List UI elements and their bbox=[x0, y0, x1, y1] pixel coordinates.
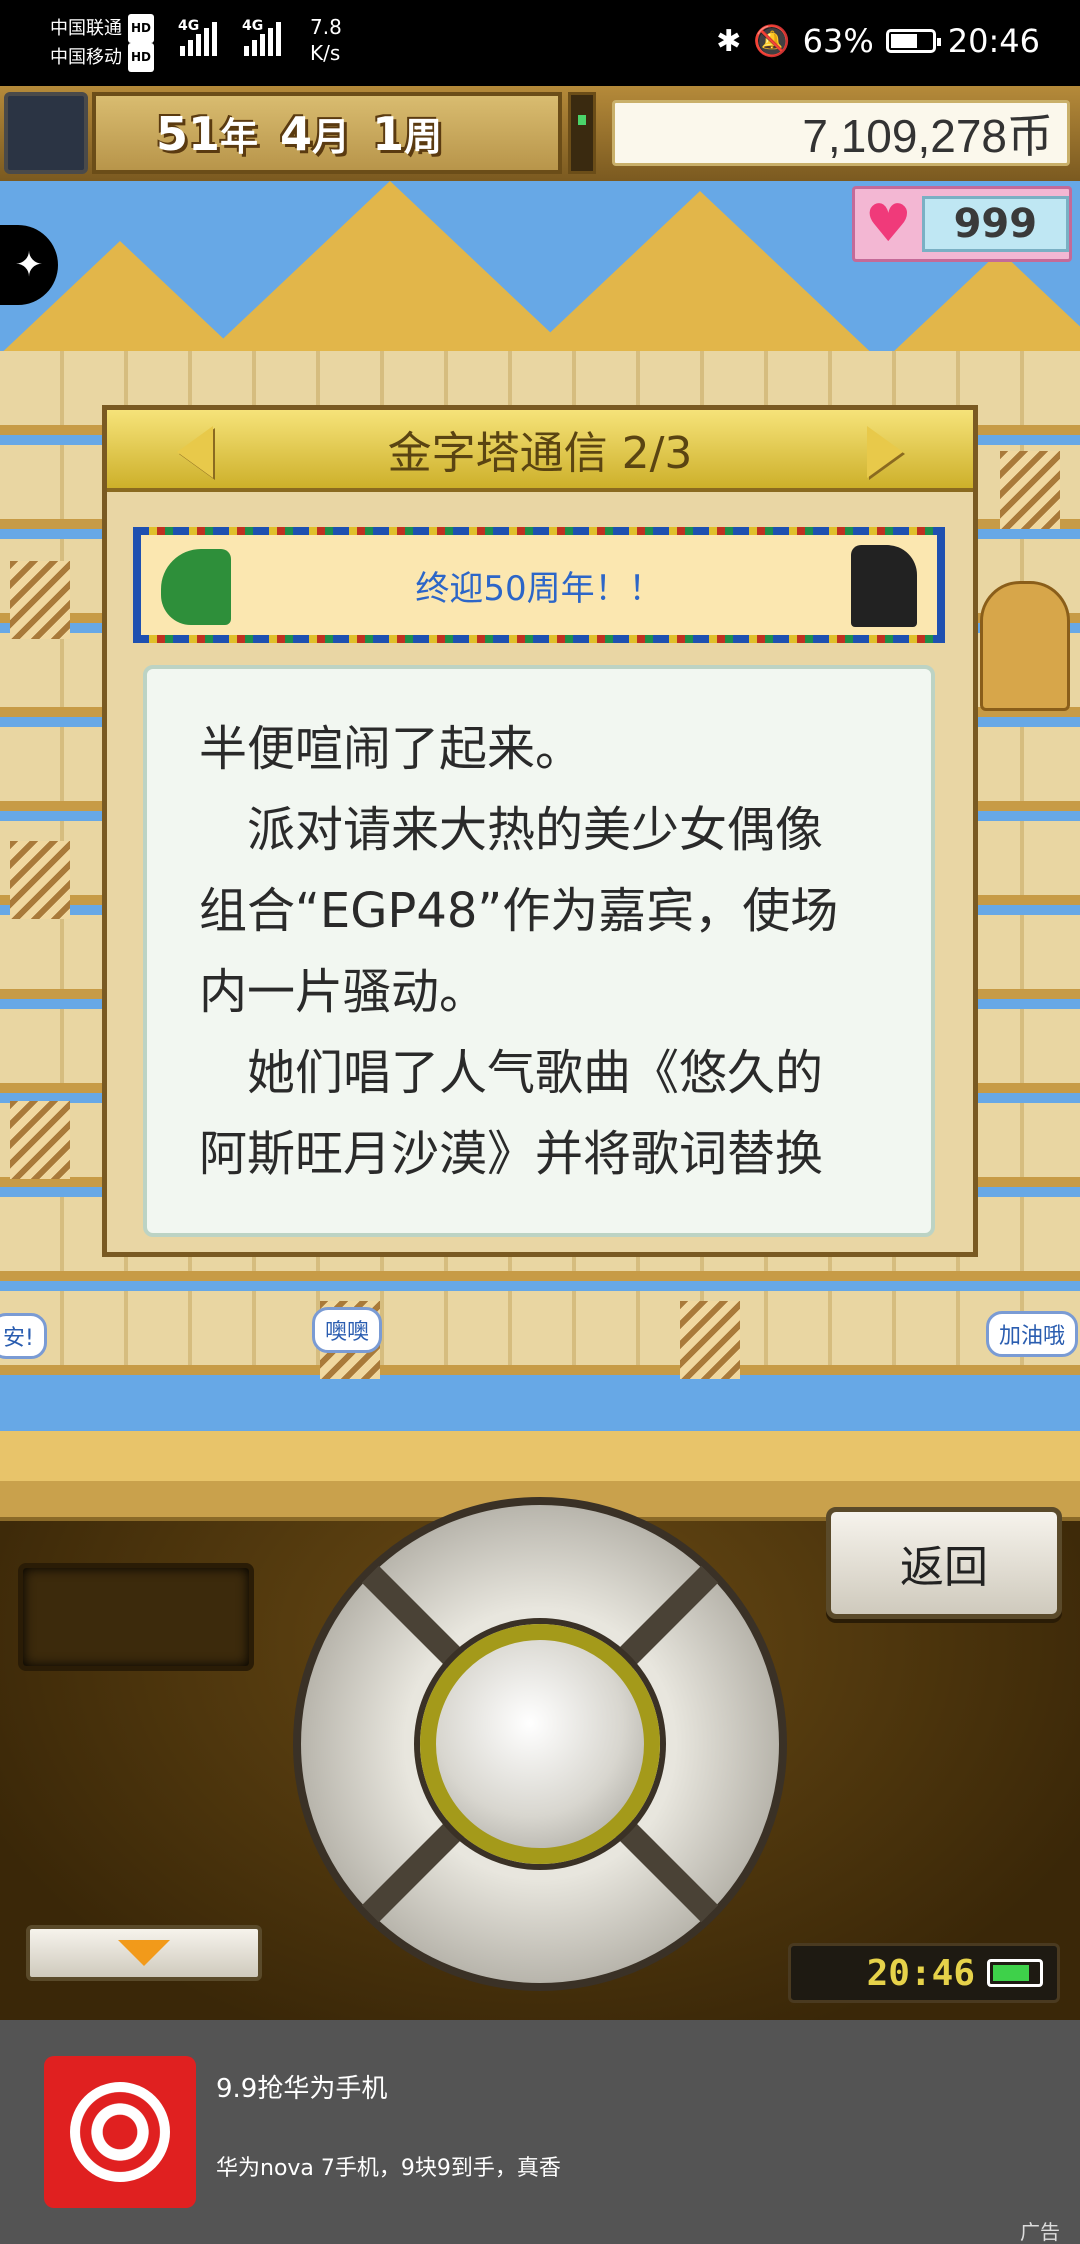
battery-percent: 63% bbox=[802, 22, 874, 60]
game-top-bar: 51年 4月 1周 7,109,278币 bbox=[0, 86, 1080, 181]
news-dialog: 金字塔通信 2/3 终迎50周年！！ 半便喧闹了起来。 派对请来大热的美少女偶像… bbox=[102, 405, 978, 1257]
speed-indicator bbox=[568, 92, 596, 174]
message-line: 内一片骚动。 bbox=[199, 964, 488, 1020]
speech-bubble: 噢噢 bbox=[312, 1307, 383, 1353]
signal-icon: 4G bbox=[178, 18, 217, 56]
ad-tag: 广告 bbox=[1020, 2220, 1060, 2244]
pyramid bbox=[210, 181, 570, 351]
hd-badge: HD bbox=[128, 43, 155, 72]
week-value: 1 bbox=[372, 106, 405, 161]
message-line: 组合“EGP48”作为嘉宾，使场 bbox=[199, 883, 839, 939]
expand-button[interactable] bbox=[26, 1925, 262, 1981]
ad-title: 9.9抢华为手机 bbox=[216, 2074, 388, 2104]
mini-screen bbox=[18, 1563, 254, 1671]
speech-bubble: 加油哦 bbox=[986, 1311, 1079, 1357]
status-bar: 中国联通 HD 中国移动 HD 4G 4G 7.8 K/s ✱ 🔕 63% 20:4… bbox=[0, 0, 1080, 86]
prev-arrow-icon[interactable] bbox=[177, 426, 213, 478]
message-line: 派对请来大热的美少女偶像 bbox=[199, 802, 824, 858]
status-right: ✱ 🔕 63% 20:46 bbox=[716, 22, 1040, 60]
heart-counter: ♥ 999 bbox=[852, 186, 1072, 262]
message-line: 半便喧闹了起来。 bbox=[199, 721, 584, 777]
game-clock-time: 20:46 bbox=[866, 1952, 975, 1994]
message-line: 她们唱了人气歌曲《悠久的 bbox=[199, 1045, 824, 1101]
banner-text: 终迎50周年！！ bbox=[415, 568, 663, 609]
stairs bbox=[10, 841, 70, 919]
game-clock: 20:46 bbox=[788, 1943, 1060, 2003]
battery-icon bbox=[987, 1959, 1043, 1987]
sphinx-statue bbox=[980, 581, 1070, 711]
stairs bbox=[10, 561, 70, 639]
mute-icon: 🔕 bbox=[753, 23, 791, 59]
anubis-icon bbox=[851, 545, 917, 627]
heart-icon: ♥ bbox=[865, 194, 912, 254]
speech-bubble: 安! bbox=[0, 1313, 47, 1359]
game-date: 51年 4月 1周 bbox=[92, 92, 562, 174]
back-button[interactable]: 返回 bbox=[826, 1507, 1062, 1619]
controller-panel: 返回 20:46 bbox=[0, 1481, 1080, 2020]
sand-ground bbox=[0, 1431, 1080, 1481]
month-value: 4 bbox=[280, 106, 313, 161]
heart-count: 999 bbox=[921, 196, 1069, 252]
stairs bbox=[680, 1301, 740, 1379]
stairs bbox=[10, 1101, 70, 1179]
ad-description: 华为nova 7手机，9块9到手，真香 bbox=[216, 2156, 561, 2181]
carrier-info: 中国联通 HD 中国移动 HD bbox=[50, 14, 155, 72]
carrier-unicom: 中国联通 bbox=[50, 18, 122, 39]
money-display: 7,109,278币 bbox=[612, 100, 1070, 166]
dialog-title: 金字塔通信 2/3 bbox=[387, 428, 693, 479]
building-floor bbox=[0, 1291, 1080, 1375]
pinduoduo-logo-icon bbox=[44, 2056, 196, 2208]
d-pad-center-button[interactable] bbox=[420, 1624, 660, 1864]
chevron-down-icon bbox=[118, 1940, 170, 1966]
network-speed: 7.8 K/s bbox=[310, 15, 342, 65]
avatar[interactable] bbox=[4, 92, 88, 174]
horus-bird-icon bbox=[161, 549, 231, 625]
dialog-header: 金字塔通信 2/3 bbox=[107, 410, 973, 492]
news-banner: 终迎50周年！！ bbox=[133, 527, 945, 643]
hd-badge: HD bbox=[128, 14, 155, 43]
next-arrow-icon[interactable] bbox=[867, 426, 903, 478]
battery-icon bbox=[885, 29, 941, 53]
year-value: 51 bbox=[156, 106, 221, 161]
stairs bbox=[1000, 451, 1060, 529]
message-box[interactable]: 半便喧闹了起来。 派对请来大热的美少女偶像 组合“EGP48”作为嘉宾，使场 内… bbox=[143, 665, 935, 1237]
d-pad[interactable] bbox=[293, 1497, 787, 1991]
bluetooth-icon: ✱ bbox=[716, 23, 742, 59]
signal-icon: 4G bbox=[242, 18, 281, 56]
message-line: 阿斯旺月沙漠》并将歌词替换 bbox=[199, 1126, 824, 1182]
carrier-mobile: 中国移动 bbox=[50, 47, 122, 68]
ad-banner[interactable]: 9.9抢华为手机 华为nova 7手机，9块9到手，真香 广告 bbox=[0, 2020, 1080, 2244]
clock: 20:46 bbox=[947, 22, 1040, 60]
